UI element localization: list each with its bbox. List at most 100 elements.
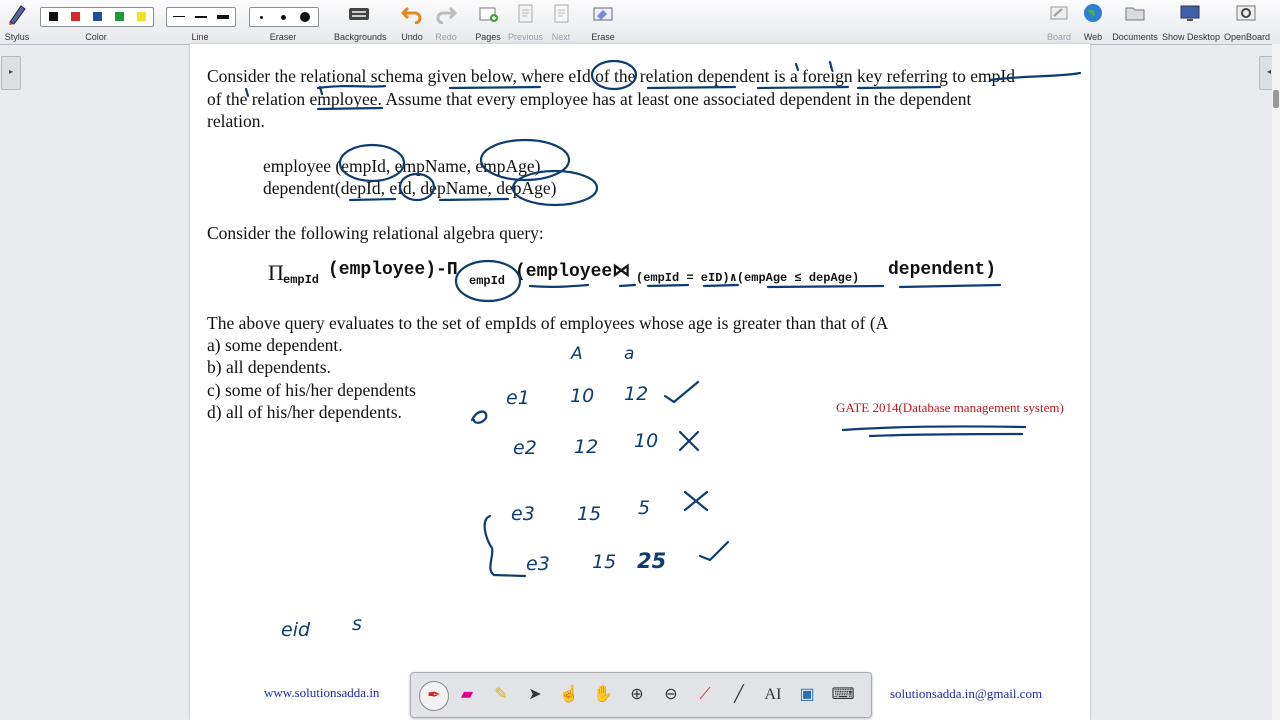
folder-icon — [1125, 7, 1145, 21]
zoom-in-icon: ⊕ — [630, 686, 644, 703]
previous-label: Previous — [508, 32, 544, 42]
line-tool[interactable]: ╱ — [725, 681, 753, 709]
pen-tool[interactable]: ✒ — [419, 681, 449, 711]
openboard-button[interactable]: OpenBoard — [1224, 2, 1270, 42]
color-label: Color — [85, 32, 107, 42]
openboard-label: OpenBoard — [1224, 32, 1271, 42]
color-palette — [40, 7, 154, 27]
keyboard-icon — [349, 8, 369, 20]
gear-icon — [1236, 5, 1256, 21]
color-red-swatch[interactable] — [71, 12, 80, 21]
line-width-selector — [166, 7, 236, 27]
hand-pointer-icon: ☝ — [559, 686, 579, 703]
board-icon — [1050, 6, 1068, 20]
gate-source-label: GATE 2014(Database management system) — [836, 400, 1064, 415]
color-blue-swatch[interactable] — [93, 12, 102, 21]
highlighter-icon: ✎ — [494, 686, 508, 703]
pointer-icon: ➤ — [528, 686, 542, 703]
redo-button[interactable]: Redo — [434, 2, 458, 42]
next-label: Next — [551, 32, 571, 42]
hand-icon: ✋ — [593, 686, 613, 703]
query-part-1: (employee)-Π — [328, 260, 458, 280]
redo-label: Redo — [435, 32, 457, 42]
text-icon: AI — [764, 686, 782, 703]
keyboard-icon: ⌨ — [831, 686, 855, 703]
line-thick-option[interactable] — [217, 15, 229, 19]
floating-tool-palette: ✒ ▰ ✎ ➤ ☝ ✋ ⊕ ⊖ ⟋ ╱ AI ▣ ⌨ — [410, 672, 872, 718]
intro-line-3: relation. — [207, 111, 265, 131]
documents-button[interactable]: Documents — [1112, 2, 1158, 42]
eraser-small-option[interactable] — [260, 16, 263, 19]
board-button[interactable]: Board — [1046, 2, 1072, 42]
projection-subscript-1: empId — [283, 273, 320, 287]
laser-pointer-tool[interactable]: ⟋ — [691, 681, 719, 709]
laser-icon: ⟋ — [699, 686, 711, 703]
join-condition: (empId = eID)∧(empAge ≤ depAge) — [636, 271, 860, 285]
undo-button[interactable]: Undo — [400, 2, 424, 42]
query-part-2: (employee⋈ — [515, 262, 631, 282]
schema-employee: employee (empId, empName, empAge) — [263, 156, 541, 176]
projection-subscript-2: empId — [469, 274, 506, 288]
undo-icon — [400, 6, 422, 25]
color-yellow-swatch[interactable] — [137, 12, 146, 21]
show-desktop-label: Show Desktop — [1162, 32, 1221, 42]
pan-tool[interactable]: ✋ — [589, 681, 617, 709]
top-toolbar: Stylus Color Line Eraser Backgrounds Und… — [0, 0, 1280, 45]
left-panel-toggle[interactable]: ▸ — [1, 56, 21, 90]
eraser-size-selector — [249, 7, 319, 27]
erase-button[interactable]: Erase — [590, 2, 616, 42]
projection-symbol: Π — [268, 260, 284, 285]
eraser-large-option[interactable] — [300, 12, 310, 22]
zoom-out-tool[interactable]: ⊖ — [657, 681, 685, 709]
pages-button[interactable]: Pages — [474, 2, 502, 42]
schema-dependent: dependent(depId, eId, depName, depAge) — [263, 178, 557, 198]
zoom-out-icon: ⊖ — [664, 686, 678, 703]
interact-tool[interactable]: ☝ — [555, 681, 583, 709]
redo-icon — [436, 6, 458, 25]
line-thin-option[interactable] — [173, 16, 185, 17]
monitor-icon — [1180, 5, 1200, 21]
website-link[interactable]: www.solutionsadda.in — [264, 685, 379, 701]
documents-label: Documents — [1112, 32, 1158, 42]
next-page-button[interactable]: Next — [548, 2, 574, 42]
backgrounds-button[interactable]: Backgrounds — [334, 2, 387, 42]
stylus-label: Stylus — [4, 32, 30, 42]
option-c: c) some of his/her dependents — [207, 380, 416, 400]
scrollbar[interactable] — [1272, 44, 1280, 720]
backgrounds-label: Backgrounds — [334, 32, 387, 42]
option-d: d) all of his/her dependents. — [207, 402, 402, 422]
next-page-icon — [554, 4, 569, 23]
text-tool[interactable]: AI — [759, 681, 787, 709]
scrollbar-thumb[interactable] — [1273, 90, 1279, 108]
show-desktop-button[interactable]: Show Desktop — [1162, 2, 1220, 42]
highlighter-tool[interactable]: ✎ — [487, 681, 515, 709]
line-medium-option[interactable] — [195, 16, 207, 18]
line-label: Line — [191, 32, 209, 42]
color-black-swatch[interactable] — [49, 12, 58, 21]
web-label: Web — [1083, 32, 1103, 42]
previous-page-button[interactable]: Previous — [508, 2, 543, 42]
line-icon: ╱ — [734, 686, 744, 703]
erase-icon — [593, 7, 613, 21]
board-page[interactable]: Consider the relational schema given bel… — [190, 44, 1090, 720]
eraser-tool[interactable]: ▰ — [453, 681, 481, 709]
capture-tool[interactable]: ▣ — [793, 681, 821, 709]
eraser-label: Eraser — [269, 32, 297, 42]
previous-page-icon — [518, 4, 533, 23]
globe-icon — [1084, 4, 1102, 22]
eraser-icon: ▰ — [460, 686, 474, 703]
virtual-keyboard-tool[interactable]: ⌨ — [829, 681, 857, 709]
undo-label: Undo — [401, 32, 423, 42]
stylus-tool[interactable]: Stylus — [4, 2, 30, 42]
stylus-icon — [9, 5, 26, 25]
capture-icon: ▣ — [799, 686, 815, 703]
question-text: The above query evaluates to the set of … — [207, 313, 889, 333]
board-label: Board — [1046, 32, 1072, 42]
option-b: b) all dependents. — [207, 357, 331, 377]
color-green-swatch[interactable] — [115, 12, 124, 21]
contact-email[interactable]: solutionsadda.in@gmail.com — [890, 686, 1042, 702]
web-button[interactable]: Web — [1080, 2, 1106, 42]
selector-tool[interactable]: ➤ — [521, 681, 549, 709]
zoom-in-tool[interactable]: ⊕ — [623, 681, 651, 709]
eraser-medium-option[interactable] — [281, 15, 286, 20]
